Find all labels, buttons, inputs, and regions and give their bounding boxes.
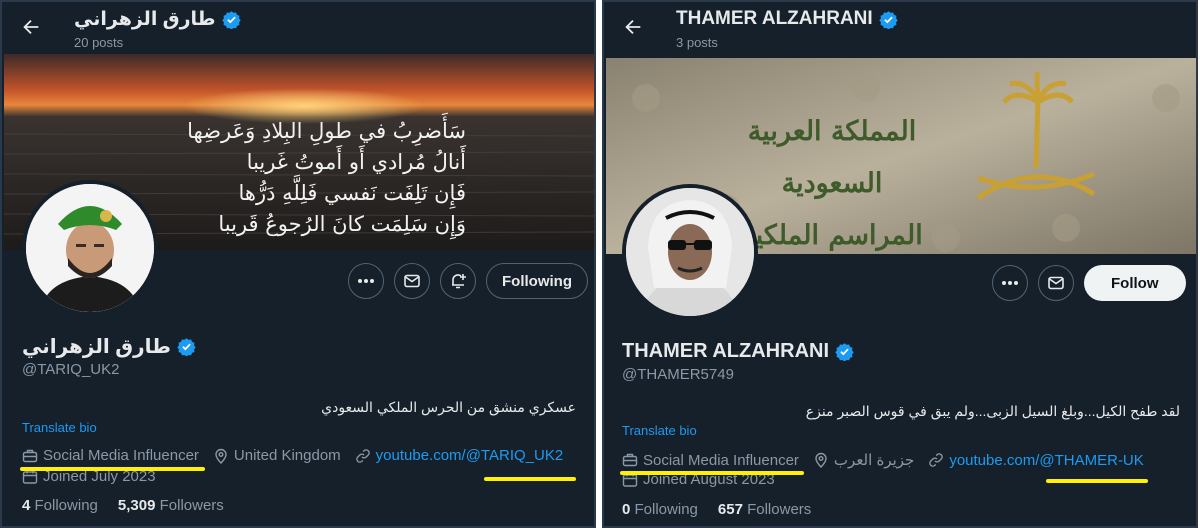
- verified-badge-icon[interactable]: [835, 342, 854, 361]
- display-name-text: طارق الزهراني: [22, 336, 172, 358]
- post-count: 20 posts: [74, 35, 124, 50]
- following-text: Following: [34, 497, 98, 514]
- location-pin-icon: [815, 452, 827, 468]
- avatar-photo: [626, 188, 754, 316]
- briefcase-icon: [22, 449, 38, 462]
- mail-icon: [404, 274, 420, 288]
- poem-line: سَأَضرِبُ في طولِ البِلادِ وَعَرضِها: [187, 119, 466, 143]
- profile-panel-right: THAMER ALZAHRANI 3 posts المملكة العربية…: [602, 0, 1198, 528]
- verified-badge-icon[interactable]: [177, 337, 196, 356]
- verified-badge-icon[interactable]: [221, 10, 241, 29]
- header-name: طارق الزهراني: [74, 8, 241, 31]
- follow-button[interactable]: Follow: [1084, 265, 1186, 301]
- location-label: United Kingdom: [233, 447, 341, 464]
- more-icon: [1002, 281, 1018, 285]
- location-label: جزيرة العرب: [833, 452, 915, 469]
- header-name-text: THAMER ALZAHRANI: [676, 8, 873, 29]
- display-name: THAMER ALZAHRANI: [622, 340, 854, 363]
- avatar[interactable]: [622, 184, 758, 320]
- bio-text: عسكري منشق من الحرس الملكي السعودي: [321, 399, 576, 415]
- banner-line: المملكة العربية السعودية: [747, 116, 917, 199]
- website-item[interactable]: youtube.com/@TARIQ_UK2: [355, 447, 564, 464]
- poem-line: فَإِن تَلِفَت نَفسي فَلِلَّهِ دَرُّها: [238, 181, 466, 205]
- follow-counts: 4 Following 5,309 Followers: [22, 497, 224, 514]
- mail-icon: [1048, 276, 1064, 290]
- location-pin-icon: [215, 448, 227, 464]
- highlight-underline: [620, 471, 804, 475]
- link-icon: [355, 448, 370, 463]
- followers-text: Followers: [159, 497, 224, 514]
- website-link[interactable]: youtube.com/@THAMER-UK: [949, 452, 1143, 469]
- followers-count[interactable]: 657 Followers: [718, 501, 811, 518]
- verified-badge-icon[interactable]: [878, 10, 898, 29]
- category-label: Social Media Influencer: [43, 447, 199, 464]
- more-button[interactable]: [992, 265, 1028, 301]
- followers-text: Followers: [747, 501, 812, 518]
- following-number: 4: [22, 497, 31, 514]
- translate-bio-link[interactable]: Translate bio: [22, 420, 97, 435]
- highlight-underline: [20, 467, 205, 471]
- poem-line: وَإِن سَلِمَت كانَ الرُجوعُ قَريبا: [218, 212, 466, 236]
- header-name: THAMER ALZAHRANI: [676, 8, 898, 30]
- more-button[interactable]: [348, 263, 384, 299]
- category-item: Social Media Influencer: [622, 452, 799, 469]
- location-item: United Kingdom: [213, 447, 341, 464]
- back-arrow-icon[interactable]: [622, 16, 644, 38]
- followers-number: 5,309: [117, 497, 156, 514]
- header-name-text: طارق الزهراني: [74, 9, 216, 30]
- profile-meta: Social Media Influencer United Kingdom y…: [22, 447, 577, 464]
- following-count[interactable]: 4 Following: [22, 497, 98, 514]
- briefcase-icon: [622, 453, 638, 467]
- message-button[interactable]: [394, 263, 430, 299]
- bio-text: لقد طفح الكيل...وبلغ السيل الزبى...ولم ي…: [805, 403, 1180, 419]
- avatar[interactable]: [22, 180, 158, 316]
- bell-plus-icon: [452, 274, 466, 289]
- website-link[interactable]: youtube.com/@TARIQ_UK2: [376, 447, 564, 464]
- link-icon: [929, 453, 944, 467]
- avatar-photo: [26, 184, 154, 312]
- category-item: Social Media Influencer: [22, 447, 199, 464]
- profile-actions: Follow: [992, 265, 1186, 301]
- more-icon: [358, 279, 374, 283]
- username-handle: @THAMER5749: [622, 366, 734, 383]
- profile-actions: Following: [348, 263, 588, 299]
- back-arrow-icon[interactable]: [20, 16, 42, 38]
- following-count[interactable]: 0 Following: [622, 501, 698, 518]
- highlight-underline: [484, 477, 576, 481]
- following-number: 0: [622, 501, 631, 518]
- translate-bio-link[interactable]: Translate bio: [622, 423, 697, 438]
- follow-counts: 0 Following 657 Followers: [622, 501, 811, 518]
- notify-button[interactable]: [440, 263, 476, 299]
- profile-meta: Social Media Influencer جزيرة العرب yout…: [622, 451, 1158, 469]
- top-bar: طارق الزهراني 20 posts: [2, 2, 594, 52]
- message-button[interactable]: [1038, 265, 1074, 301]
- top-bar: THAMER ALZAHRANI 3 posts: [604, 2, 1196, 52]
- profile-panel-left: طارق الزهراني 20 posts سَأَضرِبُ في طولِ…: [0, 0, 596, 528]
- website-item[interactable]: youtube.com/@THAMER-UK: [928, 452, 1144, 469]
- category-label: Social Media Influencer: [643, 451, 799, 469]
- followers-count[interactable]: 5,309 Followers: [118, 497, 224, 514]
- display-name-text: THAMER ALZAHRANI: [622, 340, 830, 362]
- following-text: Following: [634, 501, 698, 518]
- highlight-underline: [1046, 479, 1148, 483]
- post-count: 3 posts: [676, 35, 718, 50]
- following-button[interactable]: Following: [486, 263, 588, 299]
- banner-poem: سَأَضرِبُ في طولِ البِلادِ وَعَرضِها أَن…: [136, 116, 466, 240]
- followers-number: 657: [717, 501, 743, 518]
- display-name: طارق الزهراني: [22, 334, 196, 359]
- username-handle: @TARIQ_UK2: [22, 361, 120, 378]
- location-item: جزيرة العرب: [813, 451, 914, 469]
- poem-line: أَنالُ مُرادي أَو أَموتُ غَريبا: [246, 150, 466, 174]
